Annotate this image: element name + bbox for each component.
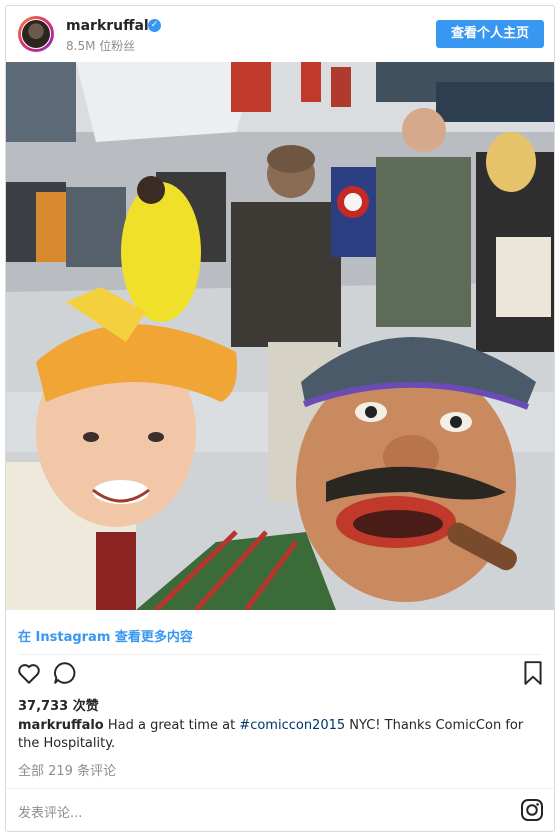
add-comment-input[interactable]: 发表评论...	[18, 802, 82, 821]
hashtag-link[interactable]: #comiccon2015	[239, 718, 345, 733]
avatar-image	[21, 19, 51, 49]
view-profile-button[interactable]: 查看个人主页	[436, 20, 544, 48]
post-photo[interactable]	[6, 62, 554, 610]
avatar[interactable]	[18, 16, 54, 52]
comment-bubble-icon[interactable]	[52, 660, 78, 686]
divider	[18, 654, 542, 655]
username-link[interactable]: markruffalo	[66, 18, 158, 34]
view-all-comments-link[interactable]: 全部 219 条评论	[18, 760, 116, 779]
post-caption: markruffalo Had a great time at #comicco…	[18, 717, 538, 753]
verified-badge-icon: ✓	[148, 19, 161, 32]
divider	[6, 788, 554, 789]
instagram-embed-card: markruffalo ✓ 8.5M 位粉丝 查看个人主页 在 Instagra…	[5, 5, 555, 832]
caption-text: Had a great time at	[103, 718, 240, 733]
selfie-photo-illustration	[6, 62, 554, 610]
bookmark-icon[interactable]	[520, 660, 546, 686]
caption-username-link[interactable]: markruffalo	[18, 718, 104, 733]
follower-count: 8.5M 位粉丝	[66, 39, 136, 53]
heart-icon[interactable]	[16, 660, 42, 686]
like-count: 37,733 次赞	[18, 699, 99, 714]
post-header: markruffalo ✓ 8.5M 位粉丝 查看个人主页	[6, 6, 554, 62]
view-more-on-instagram-link[interactable]: 在 Instagram 查看更多内容	[18, 626, 193, 645]
instagram-logo-icon[interactable]	[520, 798, 544, 822]
